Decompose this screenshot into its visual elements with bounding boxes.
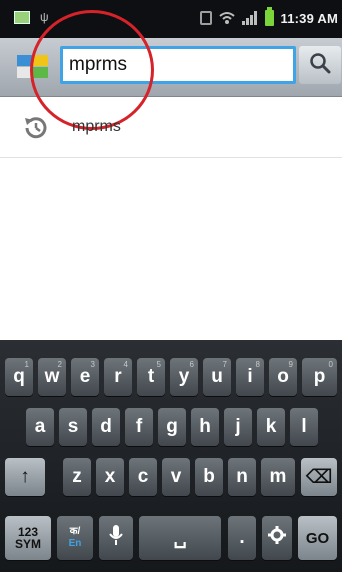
key-m[interactable]: m bbox=[261, 458, 295, 496]
key-w[interactable]: w2 bbox=[38, 358, 66, 396]
signal-icon bbox=[241, 11, 258, 25]
key-q[interactable]: q1 bbox=[5, 358, 33, 396]
shift-icon: ↑ bbox=[20, 466, 30, 487]
space-icon: ␣ bbox=[173, 527, 187, 549]
soft-keyboard: q1 w2 e3 r4 t5 y6 u7 i8 o9 p0 a s d f g … bbox=[0, 340, 342, 572]
key-j[interactable]: j bbox=[224, 408, 252, 446]
battery-icon bbox=[264, 7, 274, 26]
settings-key[interactable] bbox=[262, 516, 292, 560]
search-input[interactable] bbox=[60, 46, 296, 84]
microphone-icon bbox=[108, 524, 124, 552]
key-f[interactable]: f bbox=[125, 408, 153, 446]
status-bar: ψ 11:39 AM bbox=[0, 0, 342, 38]
key-k[interactable]: k bbox=[257, 408, 285, 446]
key-c[interactable]: c bbox=[129, 458, 157, 496]
status-bar-right-icons: 11:39 AM bbox=[199, 7, 338, 26]
key-z[interactable]: z bbox=[63, 458, 91, 496]
search-button[interactable] bbox=[299, 46, 341, 84]
sym-key[interactable]: 123 SYM bbox=[5, 516, 51, 560]
search-bar bbox=[0, 38, 342, 97]
backspace-icon: ⌫ bbox=[305, 466, 333, 488]
key-b[interactable]: b bbox=[195, 458, 223, 496]
key-h[interactable]: h bbox=[191, 408, 219, 446]
key-i[interactable]: i8 bbox=[236, 358, 264, 396]
status-time: 11:39 AM bbox=[280, 10, 338, 26]
notification-icon bbox=[14, 10, 30, 24]
key-a[interactable]: a bbox=[26, 408, 54, 446]
key-n[interactable]: n bbox=[228, 458, 256, 496]
language-key[interactable]: क/ En bbox=[57, 516, 93, 560]
search-source-icon[interactable] bbox=[17, 55, 49, 79]
wifi-icon bbox=[218, 11, 235, 25]
key-d[interactable]: d bbox=[92, 408, 120, 446]
key-r[interactable]: r4 bbox=[104, 358, 132, 396]
history-icon bbox=[21, 114, 51, 142]
divider bbox=[0, 157, 342, 158]
vibrate-icon bbox=[199, 11, 212, 25]
key-p[interactable]: p0 bbox=[302, 358, 337, 396]
space-key[interactable]: ␣ bbox=[139, 516, 221, 560]
voice-input-key[interactable] bbox=[99, 516, 133, 560]
backspace-key[interactable]: ⌫ bbox=[301, 458, 337, 496]
key-u[interactable]: u7 bbox=[203, 358, 231, 396]
key-y[interactable]: y6 bbox=[170, 358, 198, 396]
key-x[interactable]: x bbox=[96, 458, 124, 496]
period-key[interactable]: . bbox=[228, 516, 256, 560]
key-g[interactable]: g bbox=[158, 408, 186, 446]
shift-key[interactable]: ↑ bbox=[5, 458, 45, 496]
gear-icon bbox=[268, 526, 286, 550]
key-o[interactable]: o9 bbox=[269, 358, 297, 396]
go-key[interactable]: GO bbox=[298, 516, 337, 560]
key-l[interactable]: l bbox=[290, 408, 318, 446]
key-e[interactable]: e3 bbox=[71, 358, 99, 396]
suggestion-item[interactable]: mprms bbox=[0, 100, 342, 156]
key-t[interactable]: t5 bbox=[137, 358, 165, 396]
usb-icon: ψ bbox=[40, 10, 49, 24]
suggestion-label: mprms bbox=[72, 118, 121, 135]
key-s[interactable]: s bbox=[59, 408, 87, 446]
key-v[interactable]: v bbox=[162, 458, 190, 496]
status-bar-left-icons: ψ bbox=[14, 10, 50, 24]
search-icon bbox=[309, 52, 331, 79]
